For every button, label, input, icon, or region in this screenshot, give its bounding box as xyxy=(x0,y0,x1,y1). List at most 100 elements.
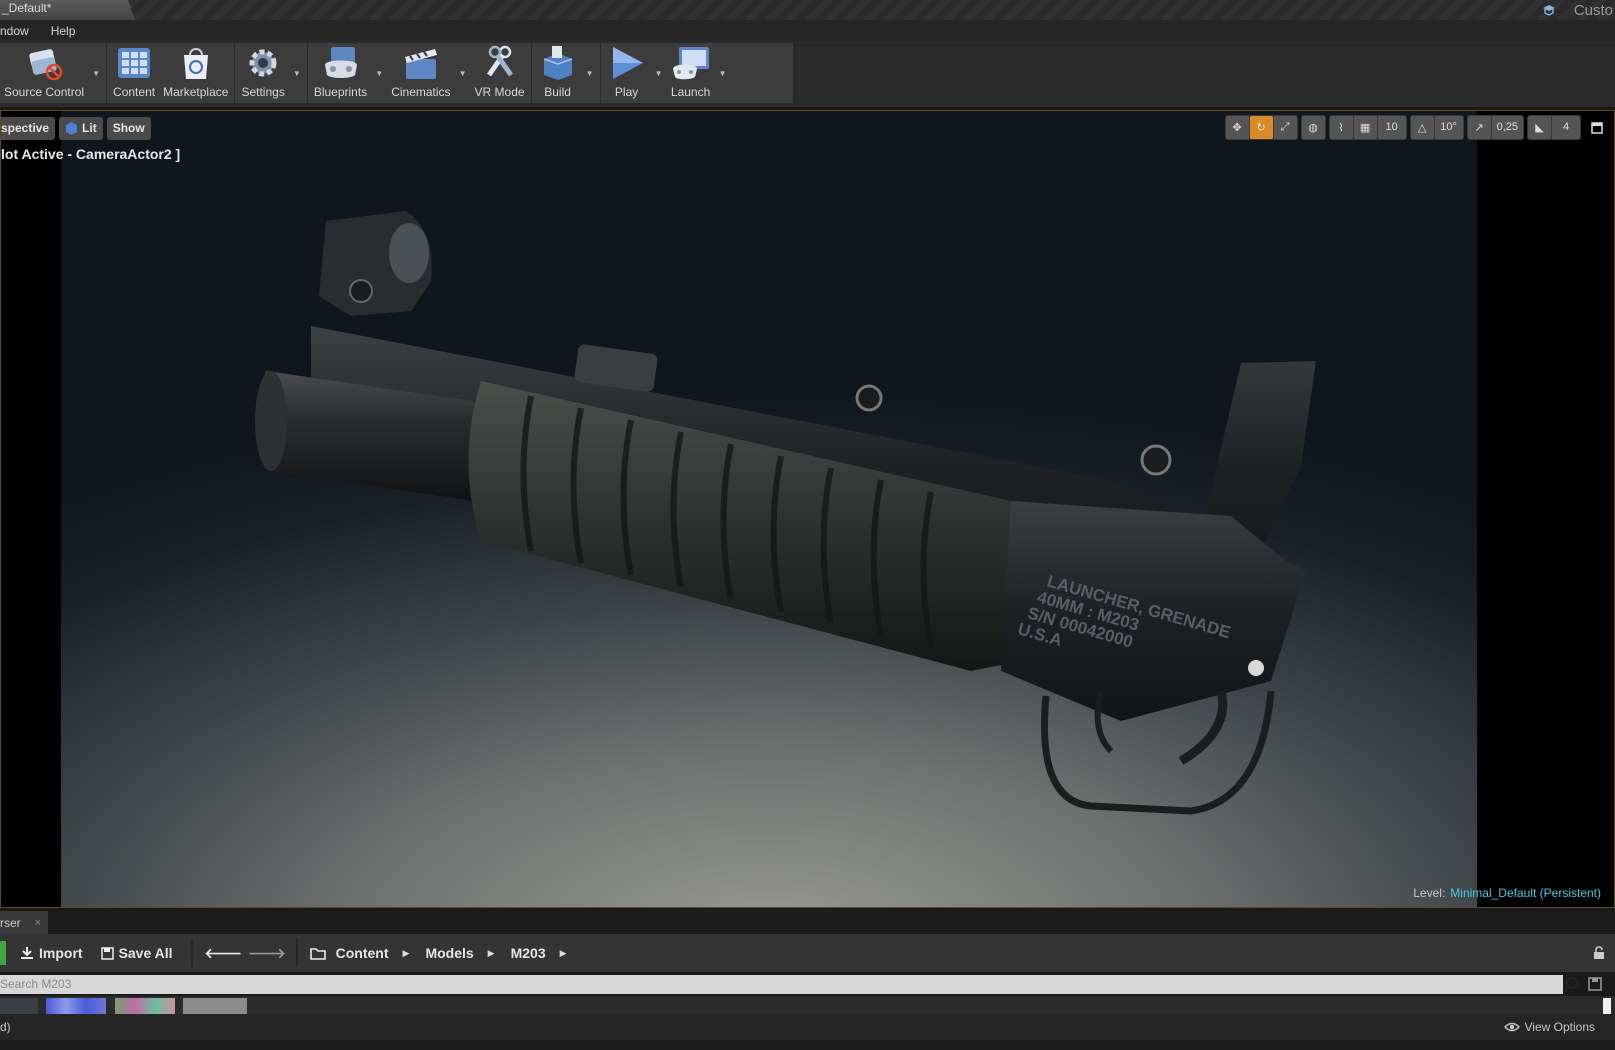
breadcrumb-m203[interactable]: M203 xyxy=(511,945,546,961)
title-bar: _Default* Custo xyxy=(0,0,1615,20)
show-label: Show xyxy=(112,121,145,135)
launch-button[interactable]: Launch xyxy=(667,43,715,103)
play-button[interactable]: Play xyxy=(603,43,651,103)
content-browser-toolbar: Import Save All 🡐 🡒 Content ▶ Models ▶ M20… xyxy=(0,934,1615,972)
asset-thumbnail[interactable] xyxy=(183,998,247,1014)
chevron-down-icon[interactable]: ▼ xyxy=(715,43,731,103)
camera-speed-value[interactable]: 4 xyxy=(1552,116,1580,139)
item-count-label: d) xyxy=(0,1020,11,1034)
toolbar-separator xyxy=(295,939,298,967)
source-control-icon xyxy=(29,49,63,81)
breadcrumb: Content ▶ Models ▶ M203 ▶ xyxy=(336,945,583,961)
blueprints-button[interactable]: Blueprints xyxy=(310,43,371,103)
vr-mode-label: VR Mode xyxy=(474,85,525,99)
cinematics-button[interactable]: Cinematics xyxy=(387,43,454,103)
save-all-button[interactable]: Save All xyxy=(100,945,173,961)
launch-label: Launch xyxy=(670,85,711,99)
level-viewport[interactable]: LAUNCHER, GRENADE 40MM : M203 S/N 000420… xyxy=(0,110,1615,908)
content-browser-tabbar: rser × xyxy=(0,911,1615,934)
bottom-strip xyxy=(0,1040,1615,1050)
view-options-button[interactable]: View Options xyxy=(1503,1014,1595,1040)
lit-button[interactable]: Lit xyxy=(59,117,103,140)
lock-icon[interactable] xyxy=(1593,946,1605,960)
asset-thumbnail[interactable] xyxy=(0,998,38,1014)
main-toolbar: Source Control ▼ Content Marketplace Set… xyxy=(0,41,1615,108)
asset-thumbnail[interactable] xyxy=(115,998,175,1014)
viewport-transform-bar: ✥ ↻ ⤢ ◍ ⌇ ▦ 10 △ 10° ↗ 0,25 ◣ 4 xyxy=(1224,115,1604,140)
chevron-down-icon[interactable]: ▼ xyxy=(651,43,667,103)
cinematics-label: Cinematics xyxy=(391,85,451,99)
surface-snap-icon[interactable]: ⌇ xyxy=(1329,116,1353,139)
folder-icon[interactable] xyxy=(309,947,326,960)
rotation-snap-icon[interactable]: △ xyxy=(1410,116,1434,139)
content-browser-status-bar: d) View Options xyxy=(0,1014,1615,1040)
level-prefix: Level: xyxy=(1413,886,1446,900)
lit-label: Lit xyxy=(82,121,97,135)
scale-snap-value[interactable]: 0,25 xyxy=(1491,116,1523,139)
content-grid-icon xyxy=(118,48,151,78)
toolbar-separator xyxy=(190,939,193,967)
toolbar-separator xyxy=(530,43,532,103)
asset-search-input[interactable]: Search M203 xyxy=(0,975,1563,994)
asset-thumbnail[interactable] xyxy=(46,998,106,1014)
breadcrumb-content[interactable]: Content xyxy=(336,945,389,961)
level-tab[interactable]: _Default* xyxy=(0,0,135,20)
import-button[interactable]: Import xyxy=(20,945,83,961)
back-arrow-icon[interactable]: 🡐 xyxy=(205,945,243,962)
chevron-down-icon[interactable]: ▼ xyxy=(88,43,104,103)
gear-icon xyxy=(249,49,277,77)
add-new-button[interactable] xyxy=(0,941,6,965)
build-button[interactable]: Build xyxy=(534,43,582,103)
chevron-right-icon[interactable]: ▶ xyxy=(488,948,495,959)
source-control-label: Source Control xyxy=(4,85,85,99)
save-search-icon[interactable] xyxy=(1588,976,1602,992)
rotate-icon[interactable]: ↻ xyxy=(1249,116,1273,139)
view-options-label: View Options xyxy=(1524,1020,1595,1034)
show-button[interactable]: Show xyxy=(106,117,151,140)
toolbar-separator xyxy=(599,43,601,103)
play-label: Play xyxy=(614,85,639,99)
marketplace-bag-icon xyxy=(183,48,208,79)
perspective-button[interactable]: spective xyxy=(1,117,56,140)
graduation-cap-icon[interactable] xyxy=(1542,4,1556,16)
content-button[interactable]: Content xyxy=(109,43,159,103)
close-icon[interactable]: × xyxy=(35,917,41,929)
clapperboard-icon xyxy=(404,49,437,79)
chevron-right-icon[interactable]: ▶ xyxy=(403,948,410,959)
translate-icon[interactable]: ✥ xyxy=(1225,116,1249,139)
forward-arrow-icon[interactable]: 🡒 xyxy=(248,945,286,962)
menu-help[interactable]: Help xyxy=(51,24,86,38)
custom-label[interactable]: Custo xyxy=(1570,2,1615,19)
scale-snap-icon[interactable]: ↗ xyxy=(1467,116,1491,139)
chevron-down-icon[interactable]: ▼ xyxy=(289,43,305,103)
toolbar-separator xyxy=(234,43,236,103)
camera-speed-icon[interactable]: ◣ xyxy=(1528,116,1551,139)
scale-icon[interactable]: ⤢ xyxy=(1273,116,1297,139)
level-name: Minimal_Default (Persistent) xyxy=(1450,886,1601,900)
save-all-label: Save All xyxy=(118,945,173,961)
chevron-down-icon[interactable]: ▼ xyxy=(455,43,471,103)
vr-mode-button[interactable]: VR Mode xyxy=(471,43,529,103)
maximize-icon[interactable] xyxy=(1590,121,1604,135)
chevron-down-icon[interactable]: ▼ xyxy=(582,43,598,103)
grid-snap-value[interactable]: 10 xyxy=(1377,116,1406,139)
world-space-icon[interactable]: ◍ xyxy=(1301,116,1325,139)
vr-controller-icon xyxy=(486,45,513,77)
rotation-snap-value[interactable]: 10° xyxy=(1434,116,1463,139)
content-browser-tab[interactable]: rser × xyxy=(0,911,48,934)
search-icon[interactable] xyxy=(1563,975,1579,994)
breadcrumb-models[interactable]: Models xyxy=(425,945,473,961)
menu-window[interactable]: ndow xyxy=(0,24,39,38)
content-browser-tab-label: rser xyxy=(0,915,21,930)
grid-snap-icon[interactable]: ▦ xyxy=(1353,116,1377,139)
chevron-right-icon[interactable]: ▶ xyxy=(560,948,567,959)
settings-button[interactable]: Settings xyxy=(237,43,288,103)
blueprints-label: Blueprints xyxy=(313,85,368,99)
marketplace-button[interactable]: Marketplace xyxy=(159,43,232,103)
chevron-down-icon[interactable]: ▼ xyxy=(371,43,387,103)
marketplace-label: Marketplace xyxy=(163,85,229,99)
source-control-button[interactable]: Source Control xyxy=(0,43,88,103)
toolbar-separator xyxy=(106,43,108,103)
save-icon xyxy=(100,946,114,960)
viewport-render[interactable]: LAUNCHER, GRENADE 40MM : M203 S/N 000420… xyxy=(61,111,1477,907)
